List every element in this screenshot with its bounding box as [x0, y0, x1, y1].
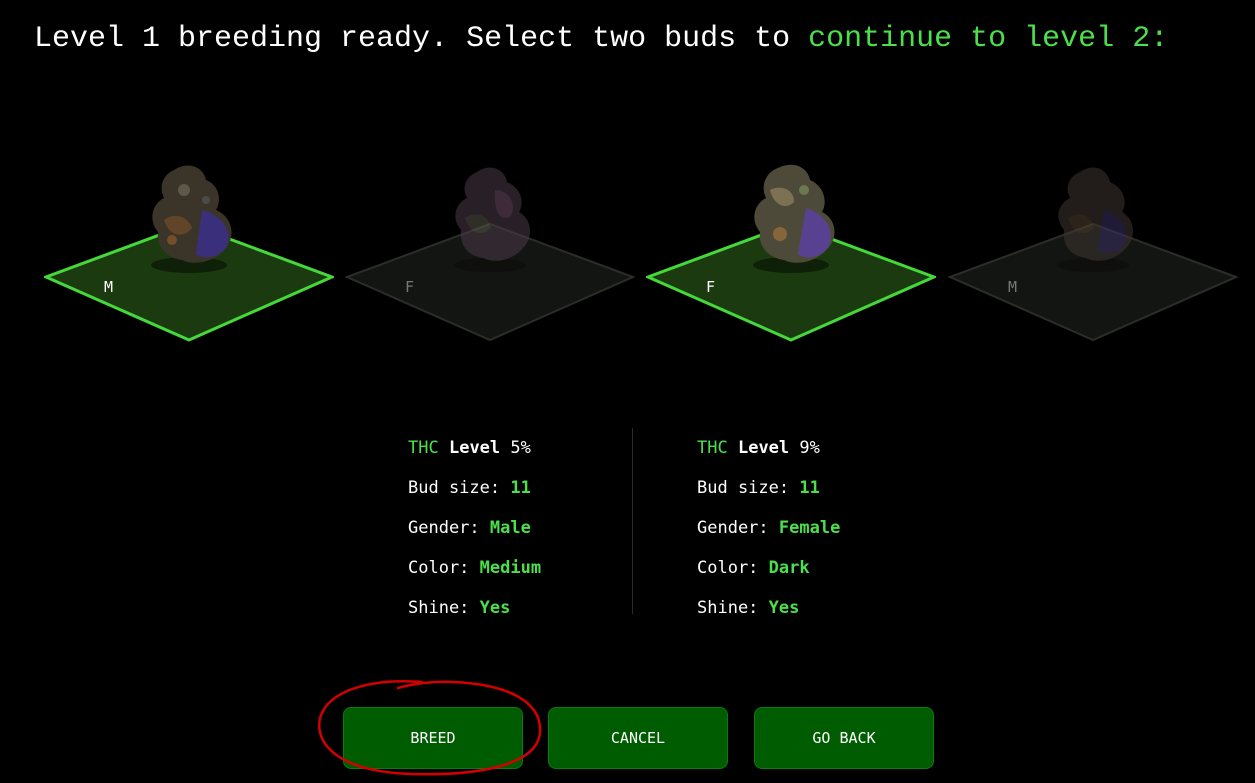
bud-stats-right: THC Level 9% Bud size: 11 Gender: Female… — [697, 428, 840, 628]
color-value: Dark — [768, 558, 810, 578]
shine-label: Shine: — [697, 598, 759, 618]
bud-tile-2[interactable]: F — [345, 160, 635, 350]
bud-stats-left: THC Level 5% Bud size: 11 Gender: Male C… — [408, 428, 541, 628]
color-row: Color: Medium — [408, 548, 541, 588]
thc-label: THC — [408, 438, 439, 458]
bud-size-row: Bud size: 11 — [697, 468, 840, 508]
shine-value: Yes — [768, 598, 800, 618]
level-label: Level — [737, 438, 790, 458]
bud-selection-grid: M F F M — [0, 0, 1255, 420]
bud-icon — [753, 164, 835, 273]
level-label: Level — [448, 438, 501, 458]
gender-row: Gender: Male — [408, 508, 541, 548]
gender-letter: M — [104, 278, 114, 296]
gender-label: Gender: — [408, 518, 480, 538]
shine-row: Shine: Yes — [697, 588, 840, 628]
thc-value: 9% — [799, 438, 820, 458]
thc-row: THC Level 9% — [697, 428, 840, 468]
gender-label: Gender: — [697, 518, 769, 538]
bud-size-label: Bud size: — [408, 478, 501, 498]
color-row: Color: Dark — [697, 548, 840, 588]
color-value: Medium — [479, 558, 542, 578]
bud-tile-4[interactable]: M — [948, 160, 1238, 350]
gender-row: Gender: Female — [697, 508, 840, 548]
bud-icon — [454, 167, 531, 272]
thc-label: THC — [697, 438, 728, 458]
breed-button[interactable]: BREED — [343, 707, 523, 769]
shine-value: Yes — [479, 598, 511, 618]
bud-size-value: 11 — [799, 478, 820, 498]
stats-divider — [632, 428, 633, 614]
shine-row: Shine: Yes — [408, 588, 541, 628]
gender-value: Male — [489, 518, 531, 538]
bud-size-row: Bud size: 11 — [408, 468, 541, 508]
shine-label: Shine: — [408, 598, 470, 618]
bud-size-label: Bud size: — [697, 478, 790, 498]
color-label: Color: — [697, 558, 759, 578]
color-label: Color: — [408, 558, 470, 578]
gender-letter: M — [1008, 278, 1018, 296]
bud-tile-3[interactable]: F — [646, 160, 936, 350]
thc-value: 5% — [510, 438, 531, 458]
bud-icon — [151, 165, 232, 273]
bud-tile-1[interactable]: M — [44, 160, 334, 350]
gender-letter: F — [405, 278, 415, 296]
go-back-button[interactable]: GO BACK — [754, 707, 934, 769]
cancel-button[interactable]: CANCEL — [548, 707, 728, 769]
bud-icon — [1057, 167, 1134, 272]
gender-letter: F — [706, 278, 716, 296]
bud-size-value: 11 — [510, 478, 531, 498]
thc-row: THC Level 5% — [408, 428, 541, 468]
gender-value: Female — [778, 518, 841, 538]
